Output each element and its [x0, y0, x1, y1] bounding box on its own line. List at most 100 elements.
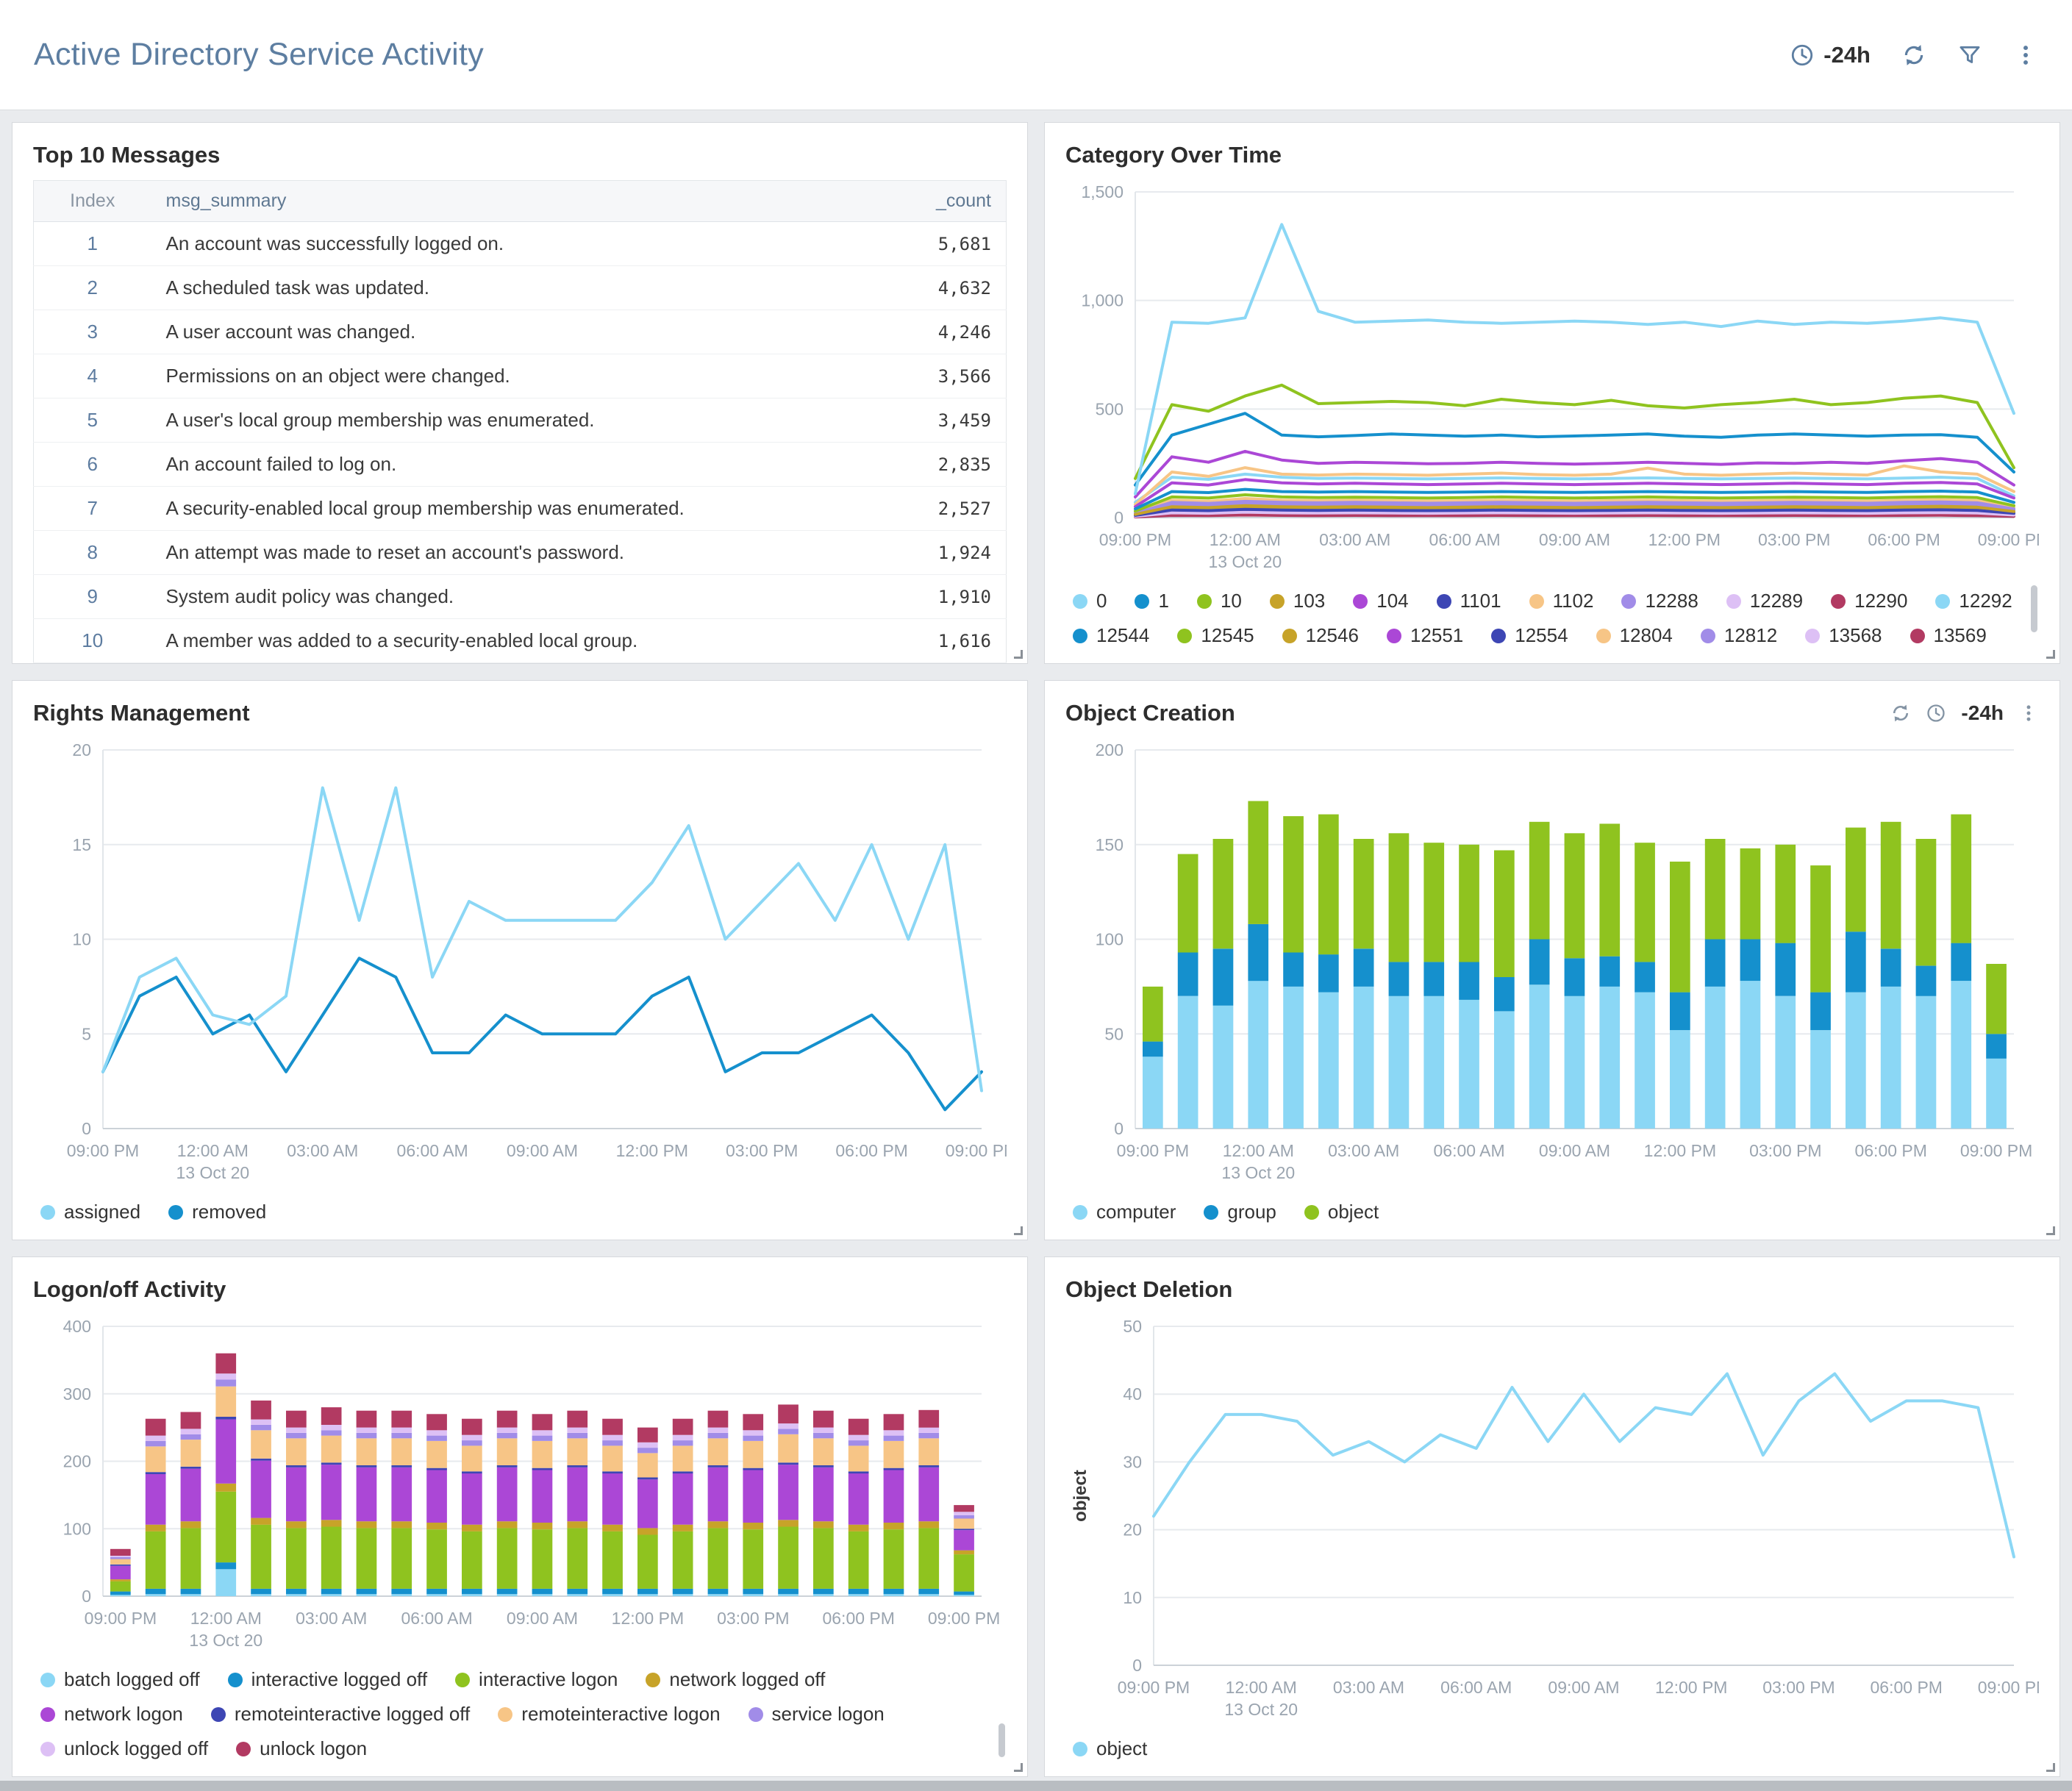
bar-segment-group[interactable]	[1880, 948, 1901, 987]
bar-segment-computer[interactable]	[1670, 1030, 1690, 1129]
bar-segment-remoteinteractive-logon[interactable]	[707, 1438, 729, 1465]
bar-segment-unlock-logon[interactable]	[251, 1400, 271, 1420]
bar-segment-group[interactable]	[1775, 943, 1796, 996]
bar-segment-remoteinteractive-logged-off[interactable]	[496, 1465, 518, 1468]
bar-segment-interactive-logon[interactable]	[567, 1528, 588, 1589]
bar-segment-computer[interactable]	[1353, 986, 1374, 1129]
bar-segment-network-logon[interactable]	[743, 1470, 764, 1523]
table-row[interactable]: 8 An attempt was made to reset an account…	[33, 530, 1007, 575]
bar-segment-group[interactable]	[1353, 948, 1374, 987]
bar-segment-unlock-logged-off[interactable]	[356, 1427, 377, 1433]
bar-segment-interactive-logged-off[interactable]	[496, 1588, 518, 1595]
bar-segment-computer[interactable]	[1915, 995, 1937, 1129]
bar-segment-network-logon[interactable]	[462, 1473, 482, 1525]
table-row[interactable]: 3A user account was changed. 4,246	[33, 310, 1007, 354]
panel-time-range-label[interactable]: -24h	[1961, 701, 2004, 725]
bar-segment-remoteinteractive-logon[interactable]	[391, 1438, 412, 1465]
bar-segment-unlock-logged-off[interactable]	[637, 1442, 658, 1448]
bar-segment-unlock-logon[interactable]	[180, 1412, 201, 1429]
bar-segment-network-logon[interactable]	[251, 1460, 271, 1518]
bar-segment-object[interactable]	[1915, 839, 1937, 966]
bar-segment-object[interactable]	[1423, 843, 1445, 962]
bar-segment-batch-logged-off[interactable]	[707, 1594, 729, 1596]
bar-segment-remoteinteractive-logon[interactable]	[743, 1441, 764, 1468]
legend-item-12288[interactable]: 12288	[1621, 590, 1698, 612]
bar-segment-service-logon[interactable]	[356, 1433, 377, 1439]
bar-segment-computer[interactable]	[1599, 986, 1621, 1129]
bar-segment-unlock-logged-off[interactable]	[567, 1427, 588, 1433]
bar-segment-computer[interactable]	[1704, 986, 1726, 1129]
bar-segment-computer[interactable]	[1177, 995, 1198, 1129]
bar-segment-remoteinteractive-logon[interactable]	[602, 1445, 623, 1472]
bar-segment-network-logon[interactable]	[954, 1530, 974, 1551]
bar-segment-computer[interactable]	[1564, 995, 1585, 1129]
bar-segment-service-logon[interactable]	[110, 1556, 131, 1559]
bar-segment-group[interactable]	[1915, 965, 1937, 996]
bar-segment-remoteinteractive-logged-off[interactable]	[286, 1465, 307, 1468]
bar-segment-network-logon[interactable]	[848, 1473, 869, 1525]
legend-item-network-logged-off[interactable]: network logged off	[646, 1668, 825, 1691]
bar-segment-group[interactable]	[1704, 939, 1726, 987]
legend-item-12546[interactable]: 12546	[1282, 624, 1359, 647]
bar-segment-batch-logged-off[interactable]	[496, 1594, 518, 1596]
bar-segment-interactive-logged-off[interactable]	[707, 1588, 729, 1595]
bar-segment-remoteinteractive-logon[interactable]	[883, 1441, 904, 1468]
bar-segment-interactive-logon[interactable]	[462, 1531, 482, 1589]
bar-segment-object[interactable]	[1494, 850, 1515, 978]
clock-icon[interactable]	[1926, 703, 1946, 723]
legend-item-104[interactable]: 104	[1353, 590, 1409, 612]
bar-segment-batch-logged-off[interactable]	[391, 1594, 412, 1596]
bar-segment-interactive-logon[interactable]	[496, 1528, 518, 1589]
bar-segment-interactive-logon[interactable]	[391, 1528, 412, 1589]
bar-segment-network-logged-off[interactable]	[356, 1521, 377, 1529]
bar-segment-service-logon[interactable]	[145, 1441, 166, 1447]
bar-segment-object[interactable]	[1318, 814, 1339, 955]
column-header-msg-summary[interactable]: msg_summary	[151, 180, 867, 222]
bar-segment-group[interactable]	[1388, 962, 1410, 996]
bar-segment-service-logon[interactable]	[391, 1433, 412, 1439]
bar-segment-interactive-logon[interactable]	[743, 1529, 764, 1589]
bar-segment-network-logged-off[interactable]	[637, 1528, 658, 1535]
bar-segment-unlock-logon[interactable]	[496, 1410, 518, 1428]
table-row[interactable]: 7A security-enabled local group membersh…	[33, 486, 1007, 531]
bar-segment-network-logged-off[interactable]	[883, 1523, 904, 1530]
bar-segment-remoteinteractive-logged-off[interactable]	[426, 1468, 447, 1470]
bar-segment-computer[interactable]	[1846, 992, 1866, 1129]
bar-segment-network-logon[interactable]	[707, 1467, 729, 1522]
bar-segment-batch-logged-off[interactable]	[778, 1594, 799, 1596]
bar-segment-interactive-logged-off[interactable]	[251, 1588, 271, 1595]
bar-segment-network-logged-off[interactable]	[251, 1517, 271, 1525]
legend-item-12554[interactable]: 12554	[1491, 624, 1568, 647]
bar-segment-network-logged-off[interactable]	[180, 1521, 201, 1529]
bar-segment-group[interactable]	[1529, 939, 1550, 985]
filter-icon[interactable]	[1957, 43, 1982, 68]
bar-segment-group[interactable]	[1423, 962, 1445, 996]
legend-item-10[interactable]: 10	[1196, 590, 1242, 612]
bar-segment-remoteinteractive-logged-off[interactable]	[462, 1471, 482, 1474]
bar-segment-interactive-logon[interactable]	[180, 1528, 201, 1589]
bar-segment-unlock-logon[interactable]	[883, 1414, 904, 1431]
table-row[interactable]: 9 System audit policy was changed. 1,910	[33, 574, 1007, 619]
refresh-icon[interactable]	[1890, 703, 1911, 723]
bar-segment-group[interactable]	[1248, 923, 1269, 982]
bar-segment-unlock-logged-off[interactable]	[707, 1427, 729, 1433]
legend-item-remoteinteractive-logged-off[interactable]: remoteinteractive logged off	[210, 1703, 470, 1726]
bar-segment-unlock-logged-off[interactable]	[215, 1373, 237, 1380]
bar-segment-unlock-logon[interactable]	[918, 1409, 940, 1428]
bar-segment-remoteinteractive-logged-off[interactable]	[110, 1564, 131, 1566]
bar-segment-interactive-logged-off[interactable]	[356, 1588, 377, 1595]
legend-item-interactive-logged-off[interactable]: interactive logged off	[227, 1668, 427, 1691]
bar-segment-unlock-logon[interactable]	[286, 1410, 307, 1428]
bar-segment-network-logon[interactable]	[110, 1565, 131, 1580]
bar-segment-network-logon[interactable]	[215, 1419, 237, 1484]
panel-resize-handle[interactable]	[1014, 650, 1023, 659]
bar-segment-remoteinteractive-logged-off[interactable]	[813, 1465, 834, 1468]
bar-segment-interactive-logged-off[interactable]	[145, 1588, 166, 1595]
bar-segment-unlock-logged-off[interactable]	[391, 1427, 412, 1433]
bar-segment-computer[interactable]	[1318, 992, 1339, 1129]
bar-segment-unlock-logon[interactable]	[778, 1404, 799, 1424]
bar-segment-remoteinteractive-logon[interactable]	[918, 1438, 940, 1465]
bar-segment-unlock-logon[interactable]	[145, 1418, 166, 1436]
bar-segment-interactive-logged-off[interactable]	[813, 1588, 834, 1595]
bar-segment-network-logged-off[interactable]	[496, 1521, 518, 1529]
